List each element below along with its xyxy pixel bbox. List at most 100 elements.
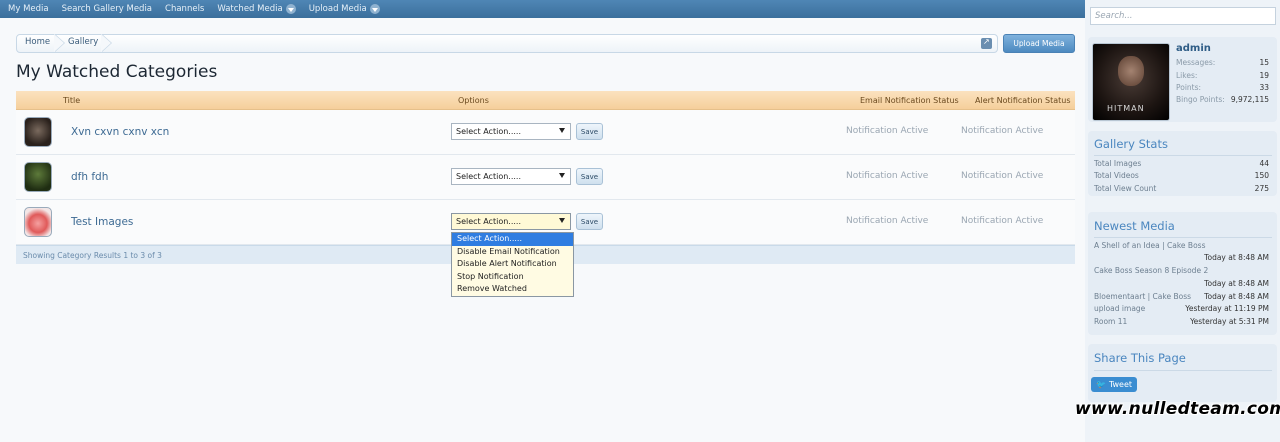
stat-label: Points: xyxy=(1176,83,1202,92)
header-email-status: Email Notification Status xyxy=(860,96,959,105)
sidebar: Search... HITMAN admin Messages: 15 Like… xyxy=(1085,0,1280,442)
action-select-value: Select Action..... xyxy=(456,172,521,181)
media-link[interactable]: upload image xyxy=(1094,304,1145,313)
nav-upload-media[interactable]: Upload Media xyxy=(309,4,380,14)
newest-media-title: Newest Media xyxy=(1094,219,1175,233)
dropdown-option[interactable]: Stop Notification xyxy=(452,271,573,284)
chevron-down-icon xyxy=(559,218,565,223)
chevron-down-icon xyxy=(559,173,565,178)
stat-value: 44 xyxy=(1259,159,1269,168)
action-select[interactable]: Select Action..... xyxy=(451,213,571,230)
tweet-label: Tweet xyxy=(1108,380,1133,389)
media-time: Yesterday at 5:31 PM xyxy=(1190,317,1269,326)
email-status: Notification Active xyxy=(846,216,929,226)
dropdown-option[interactable]: Disable Alert Notification xyxy=(452,258,573,271)
action-dropdown-list[interactable]: Select Action..... Disable Email Notific… xyxy=(451,232,574,297)
category-name[interactable]: Test Images xyxy=(71,216,133,228)
stat-label: Bingo Points: xyxy=(1176,95,1225,104)
external-link-icon[interactable] xyxy=(981,37,992,49)
action-select-value: Select Action..... xyxy=(456,217,521,226)
dropdown-option[interactable]: Remove Watched xyxy=(452,283,573,296)
table-row: Xvn cxvn cxnv xcn Select Action..... Sav… xyxy=(16,110,1075,155)
header-alert-status: Alert Notification Status xyxy=(975,96,1071,105)
username[interactable]: admin xyxy=(1176,43,1211,54)
divider xyxy=(1094,237,1272,238)
chevron-down-icon[interactable] xyxy=(285,4,296,14)
stat-value: 275 xyxy=(1254,184,1269,193)
stat-value: 33 xyxy=(1259,83,1269,92)
media-time: Today at 8:48 AM xyxy=(1204,292,1269,301)
stat-label: Total Images xyxy=(1094,159,1142,168)
share-title: Share This Page xyxy=(1094,351,1186,365)
header-title: Title xyxy=(63,96,81,105)
media-link[interactable]: Cake Boss Season 8 Episode 2 xyxy=(1094,266,1208,275)
gallery-stats-panel: Gallery Stats Total Images 44 Total Vide… xyxy=(1088,131,1277,196)
nav-watched-media[interactable]: Watched Media xyxy=(217,4,296,14)
stat-value: 150 xyxy=(1254,171,1269,180)
stat-label: Likes: xyxy=(1176,71,1198,80)
stat-label: Total Videos xyxy=(1094,171,1139,180)
nav-channels[interactable]: Channels xyxy=(165,4,204,14)
dropdown-option[interactable]: Select Action..... xyxy=(452,233,573,246)
media-link[interactable]: Bloementaart | Cake Boss xyxy=(1094,292,1191,301)
tweet-button[interactable]: 🐦 Tweet xyxy=(1091,377,1137,392)
user-panel: HITMAN admin Messages: 15 Likes: 19 Poin… xyxy=(1088,37,1277,122)
nav-watched-media-label: Watched Media xyxy=(217,4,283,14)
action-select[interactable]: Select Action..... xyxy=(451,123,571,140)
header-options: Options xyxy=(458,96,489,105)
nav-upload-media-label: Upload Media xyxy=(308,4,367,14)
nav-my-media-label: My Media xyxy=(8,4,49,14)
page-title: My Watched Categories xyxy=(16,62,218,82)
search-input[interactable]: Search... xyxy=(1090,7,1276,25)
table-header: Title Options Email Notification Status … xyxy=(16,91,1075,110)
alert-status: Notification Active xyxy=(961,216,1044,226)
breadcrumb-separator xyxy=(54,34,67,53)
divider xyxy=(1094,155,1272,156)
avatar[interactable]: HITMAN xyxy=(1092,43,1170,121)
category-thumbnail[interactable] xyxy=(24,162,52,192)
chevron-down-icon[interactable] xyxy=(369,4,380,14)
watermark: www.nulledteam.com xyxy=(1075,399,1280,419)
breadcrumb-gallery[interactable]: Gallery xyxy=(68,37,98,47)
media-link[interactable]: Room 11 xyxy=(1094,317,1127,326)
breadcrumb-home[interactable]: Home xyxy=(25,37,50,47)
gallery-stats-title: Gallery Stats xyxy=(1094,137,1168,151)
dropdown-option[interactable]: Disable Email Notification xyxy=(452,246,573,259)
breadcrumb: Home Gallery xyxy=(16,34,998,53)
alert-status: Notification Active xyxy=(961,171,1044,181)
nav-my-media[interactable]: My Media xyxy=(8,4,49,14)
email-status: Notification Active xyxy=(846,171,929,181)
stat-value: 19 xyxy=(1259,71,1269,80)
top-navigation: My Media Search Gallery Media Channels W… xyxy=(0,0,1085,18)
breadcrumb-separator xyxy=(101,34,114,53)
divider xyxy=(1094,370,1272,371)
upload-media-button[interactable]: Upload Media xyxy=(1003,34,1075,53)
stat-label: Total View Count xyxy=(1094,184,1157,193)
save-button[interactable]: Save xyxy=(576,168,603,185)
category-name[interactable]: Xvn cxvn cxnv xcn xyxy=(71,126,169,138)
chevron-down-icon xyxy=(559,128,565,133)
stat-value: 9,972,115 xyxy=(1230,95,1269,104)
save-button[interactable]: Save xyxy=(576,213,603,230)
media-link[interactable]: A Shell of an Idea | Cake Boss xyxy=(1094,241,1205,250)
nav-search-gallery-media[interactable]: Search Gallery Media xyxy=(62,4,152,14)
newest-media-panel: Newest Media A Shell of an Idea | Cake B… xyxy=(1088,212,1277,335)
media-time: Yesterday at 11:19 PM xyxy=(1185,304,1269,313)
category-thumbnail[interactable] xyxy=(24,207,52,237)
action-select[interactable]: Select Action..... xyxy=(451,168,571,185)
table-row: dfh fdh Select Action..... Save Notifica… xyxy=(16,155,1075,200)
nav-search-gallery-media-label: Search Gallery Media xyxy=(61,4,153,14)
stat-label: Messages: xyxy=(1176,58,1216,67)
share-panel: Share This Page xyxy=(1088,344,1277,402)
avatar-logo-text: HITMAN xyxy=(1107,104,1145,113)
category-thumbnail[interactable] xyxy=(24,117,52,147)
media-time: Today at 8:48 AM xyxy=(1204,253,1269,262)
category-name[interactable]: dfh fdh xyxy=(71,171,108,183)
alert-status: Notification Active xyxy=(961,126,1044,136)
email-status: Notification Active xyxy=(846,126,929,136)
save-button[interactable]: Save xyxy=(576,123,603,140)
twitter-bird-icon: 🐦 xyxy=(1095,380,1106,389)
results-text: Showing Category Results 1 to 3 of 3 xyxy=(23,251,162,260)
stat-value: 15 xyxy=(1259,58,1269,67)
action-select-value: Select Action..... xyxy=(456,127,521,136)
